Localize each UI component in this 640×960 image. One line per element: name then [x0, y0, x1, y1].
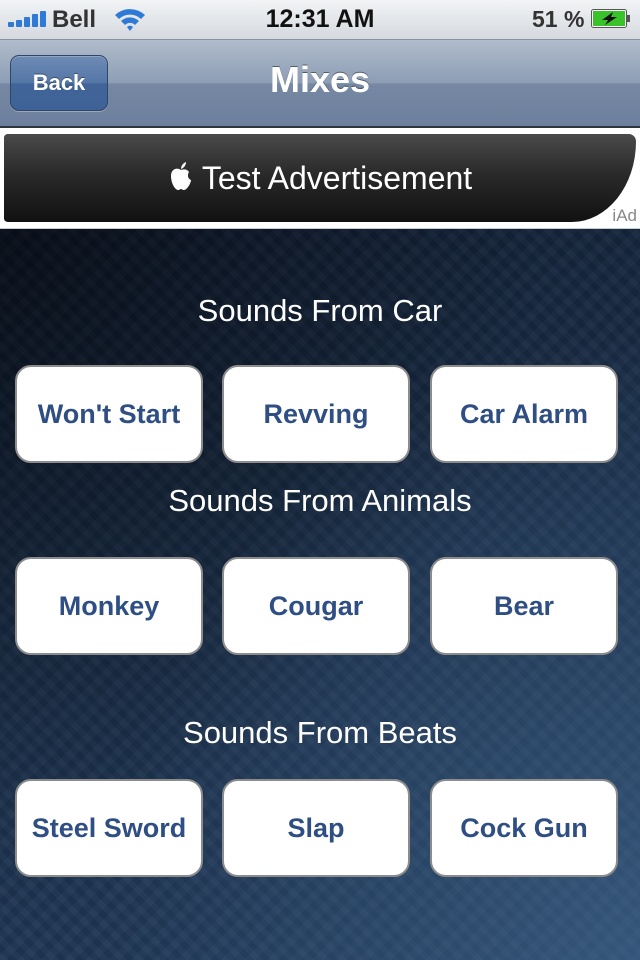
sound-button-car-alarm[interactable]: Car Alarm [430, 365, 618, 463]
ad-banner[interactable]: Test Advertisement [4, 134, 636, 222]
navigation-bar: Back Mixes [0, 40, 640, 128]
battery-percent: 51 % [532, 6, 585, 32]
sound-board: Sounds From Car Won't Start Revving Car … [0, 228, 640, 960]
ad-text: Test Advertisement [201, 159, 473, 196]
sound-button-monkey[interactable]: Monkey [15, 557, 203, 655]
button-row-car: Won't Start Revving Car Alarm [0, 365, 640, 465]
ad-area: Test Advertisement iAd [0, 128, 640, 228]
sound-button-slap[interactable]: Slap [222, 779, 410, 877]
sound-button-wont-start[interactable]: Won't Start [15, 365, 203, 463]
section-title-animals: Sounds From Animals [168, 483, 472, 518]
button-row-beats: Steel Sword Slap Cock Gun [0, 779, 640, 879]
sound-button-cock-gun[interactable]: Cock Gun [430, 779, 618, 877]
button-row-animals: Monkey Cougar Bear [0, 557, 640, 657]
battery-charging-icon [591, 9, 630, 28]
sound-button-bear[interactable]: Bear [430, 557, 618, 655]
section-title-beats: Sounds From Beats [183, 715, 457, 750]
iad-badge: iAd [612, 206, 637, 225]
sound-button-steel-sword[interactable]: Steel Sword [15, 779, 203, 877]
page-title: Mixes [269, 59, 371, 100]
apple-logo-icon [170, 162, 191, 190]
sound-button-cougar[interactable]: Cougar [222, 557, 410, 655]
section-title-car: Sounds From Car [197, 293, 443, 328]
sound-button-revving[interactable]: Revving [222, 365, 410, 463]
status-bar: Bell 12:31 AM 51 % [0, 0, 640, 40]
